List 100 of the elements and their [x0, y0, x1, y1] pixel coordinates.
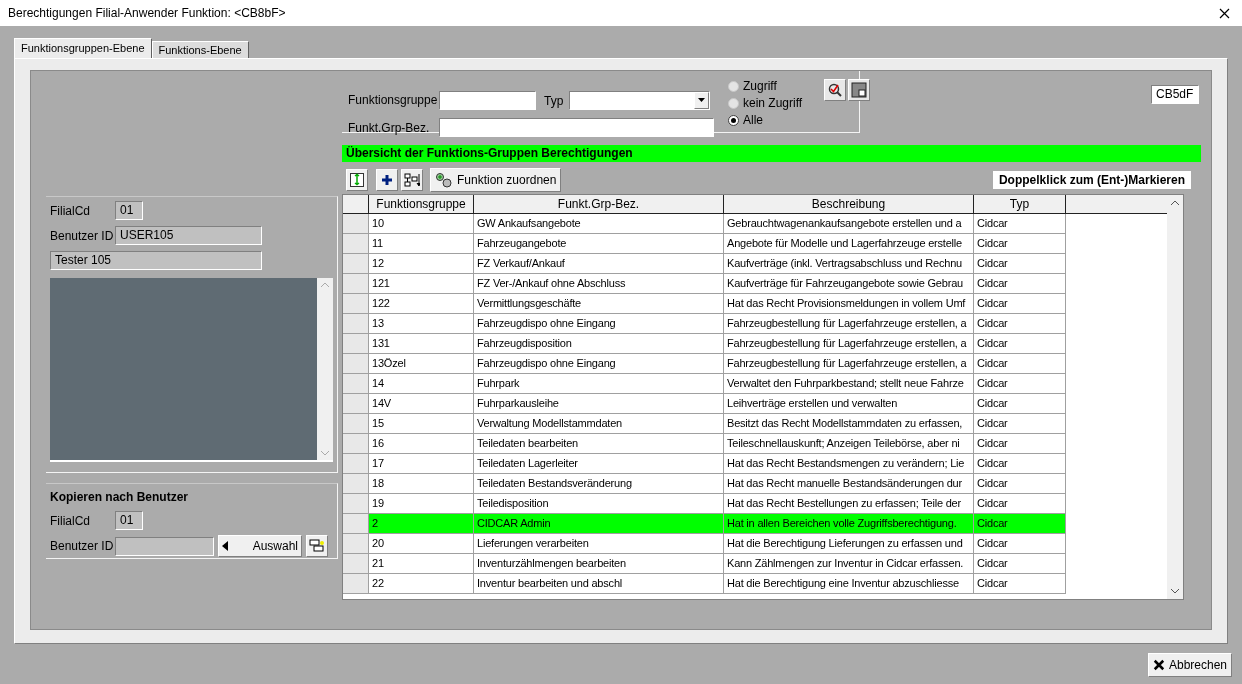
row-header[interactable] [343, 454, 369, 474]
search-icon[interactable] [824, 79, 847, 101]
table-cell: Teiledisposition [474, 494, 724, 514]
table-cell: Inventur bearbeiten und abschl [474, 574, 724, 594]
row-header[interactable] [343, 534, 369, 554]
user-name-field[interactable]: Tester 105 [50, 251, 262, 270]
table-cell: Kaufverträge für Fahrzeugangebote sowie Gebrau [724, 274, 974, 294]
row-header[interactable] [343, 494, 369, 514]
row-header[interactable] [343, 234, 369, 254]
column-header[interactable]: Typ [974, 195, 1066, 213]
table-cell: Hat das Recht Provisionsmeldungen in vollem Umf [724, 294, 974, 314]
table-cell: Hat die Berechtigung eine Inventur abzuschliesse [724, 574, 974, 594]
table-row[interactable]: 12 FZ Verkauf/Ankauf Kaufverträge (inkl. Vertragsabschluss und Rechnu Cidcar [343, 254, 1167, 274]
radio-label[interactable]: Alle [743, 111, 763, 129]
table-cell: 14 [369, 374, 474, 394]
type-dropdown[interactable] [569, 90, 710, 110]
table-row[interactable]: 10 GW Ankaufsangebote Gebrauchtwagenankaufsangebote erstellen und a Cidcar [343, 214, 1167, 234]
table-row[interactable]: 21 Inventurzählmengen bearbeiten Kann Zählmengen zur Inventur in Cidcar erfassen. Cidcar [343, 554, 1167, 574]
assign-function-button[interactable]: Funktion zuordnen [430, 168, 562, 192]
close-icon[interactable] [1219, 7, 1230, 19]
column-header[interactable]: Funkt.Grp-Bez. [474, 195, 724, 213]
row-header[interactable] [343, 474, 369, 494]
table-cell: Cidcar [974, 254, 1066, 274]
user-id-field[interactable] [115, 536, 214, 556]
table-cell: Cidcar [974, 474, 1066, 494]
table-cell: Fuhrpark [474, 374, 724, 394]
table-cell: FZ Verkauf/Ankauf [474, 254, 724, 274]
radio-label[interactable]: Zugriff [743, 77, 777, 95]
table-row[interactable]: 22 Inventur bearbeiten und abschl Hat die Berechtigung eine Inventur abzuschliesse Cidcar [343, 574, 1167, 594]
table-cell: Verwaltung Modellstammdaten [474, 414, 724, 434]
table-row[interactable]: 14 Fuhrpark Verwaltet den Fuhrparkbestand; stellt neue Fahrze Cidcar [343, 374, 1167, 394]
table-cell: Teileschnellauskunft; Anzeigen Teilebörse, aber ni [724, 434, 974, 454]
table-row[interactable]: 122 Vermittlungsgeschäfte Hat das Recht Provisionsmeldungen in vollem Umf Cidcar [343, 294, 1167, 314]
tab[interactable]: Funktions-Ebene [151, 41, 249, 58]
table-cell: Kaufverträge (inkl. Vertragsabschluss und Rechnu [724, 254, 974, 274]
table-cell: Cidcar [974, 334, 1066, 354]
corner-header[interactable] [343, 195, 369, 213]
table-cell: 17 [369, 454, 474, 474]
field-label: Funktionsgruppe [348, 92, 439, 109]
table-row[interactable]: 2 CIDCAR Admin Hat in allen Bereichen volle Zugriffsberechtigung. Cidcar [343, 514, 1167, 534]
radio-label[interactable]: kein Zugriff [743, 94, 803, 112]
tab[interactable]: Funktionsgruppen-Ebene [14, 38, 152, 58]
table-row[interactable]: 13Özel Fahrzeugdispo ohne Eingang Fahrzeugbestellung für Lagerfahrzeuge erstellen, a Cidcar [343, 354, 1167, 374]
table-row[interactable]: 14V Fuhrparkausleihe Leihverträge erstellen und verwalten Cidcar [343, 394, 1167, 414]
field-label: Benutzer ID [50, 538, 115, 555]
row-header[interactable] [343, 514, 369, 534]
notes-field[interactable] [50, 278, 333, 462]
cancel-button[interactable]: Abbrechen [1148, 653, 1232, 677]
table-row[interactable]: 15 Verwaltung Modellstammdaten Besitzt das Recht Modellstammdaten zu erfassen, Cidcar [343, 414, 1167, 434]
sort-icon[interactable] [401, 169, 423, 191]
row-header[interactable] [343, 374, 369, 394]
table-cell: Cidcar [974, 394, 1066, 414]
scroll-up-icon[interactable] [1171, 200, 1179, 205]
window-title: Berechtigungen Filial-Anwender Funktion: <CB8bF> [8, 5, 286, 22]
user-id-field[interactable]: USER105 [115, 226, 262, 245]
table-cell: Fahrzeugbestellung für Lagerfahrzeuge erstellen, a [724, 354, 974, 374]
name-field[interactable] [439, 118, 714, 137]
table-row[interactable]: 17 Teiledaten Lagerleiter Hat das Recht Bestandsmengen zu verändern; Lie Cidcar [343, 454, 1167, 474]
scroll-down-icon[interactable] [1171, 589, 1179, 594]
clear-filter-icon[interactable] [848, 79, 871, 101]
refresh-icon[interactable] [346, 169, 368, 191]
row-header[interactable] [343, 354, 369, 374]
table-row[interactable]: 19 Teiledisposition Hat das Recht Bestellungen zu erfassen; Teile der Cidcar [343, 494, 1167, 514]
table-row[interactable]: 18 Teiledaten Bestandsveränderung Hat das Recht manuelle Bestandsänderungen dur Cidcar [343, 474, 1167, 494]
table-row[interactable]: 16 Teiledaten bearbeiten Teileschnellauskunft; Anzeigen Teilebörse, aber ni Cidcar [343, 434, 1167, 454]
table-cell: Fahrzeugangebote [474, 234, 724, 254]
table-row[interactable]: 121 FZ Ver-/Ankauf ohne Abschluss Kaufverträge für Fahrzeugangebote sowie Gebrau Cidcar [343, 274, 1167, 294]
row-header[interactable] [343, 274, 369, 294]
table-row[interactable]: 11 Fahrzeugangebote Angebote für Modelle und Lagerfahrzeuge erstelle Cidcar [343, 234, 1167, 254]
row-header[interactable] [343, 314, 369, 334]
branch-field[interactable]: 01 [115, 201, 143, 220]
window-icon[interactable] [306, 535, 328, 557]
row-header[interactable] [343, 254, 369, 274]
code-field[interactable]: CB5dF [1151, 85, 1199, 104]
table-cell: Cidcar [974, 554, 1066, 574]
row-header[interactable] [343, 394, 369, 414]
scrollbar[interactable] [1167, 195, 1183, 599]
row-header[interactable] [343, 574, 369, 594]
branch-field[interactable]: 01 [115, 511, 143, 530]
table-cell: Cidcar [974, 454, 1066, 474]
field-label: Benutzer ID [50, 227, 115, 245]
row-header[interactable] [343, 334, 369, 354]
table-cell: Angebote für Modelle und Lagerfahrzeuge erstelle [724, 234, 974, 254]
table-row[interactable]: 20 Lieferungen verarbeiten Hat die Berechtigung Lieferungen zu erfassen und Cidcar [343, 534, 1167, 554]
table-cell: Cidcar [974, 514, 1066, 534]
select-button[interactable]: Auswahl [218, 535, 302, 557]
radio-button[interactable] [728, 114, 739, 126]
table-cell: Inventurzählmengen bearbeiten [474, 554, 724, 574]
row-header[interactable] [343, 294, 369, 314]
table-row[interactable]: 13 Fahrzeugdispo ohne Eingang Fahrzeugbestellung für Lagerfahrzeuge erstellen, a Cidcar [343, 314, 1167, 334]
row-header[interactable] [343, 554, 369, 574]
row-header[interactable] [343, 414, 369, 434]
column-header[interactable]: Funktionsgruppe [369, 195, 474, 213]
row-header[interactable] [343, 434, 369, 454]
table-cell: Besitzt das Recht Modellstammdaten zu erfassen, [724, 414, 974, 434]
group-field[interactable] [439, 90, 536, 110]
column-header[interactable]: Beschreibung [724, 195, 974, 213]
table-cell: Teiledaten bearbeiten [474, 434, 724, 454]
add-icon[interactable] [376, 169, 398, 191]
table-row[interactable]: 131 Fahrzeugdisposition Fahrzeugbestellung für Lagerfahrzeuge erstellen, a Cidcar [343, 334, 1167, 354]
